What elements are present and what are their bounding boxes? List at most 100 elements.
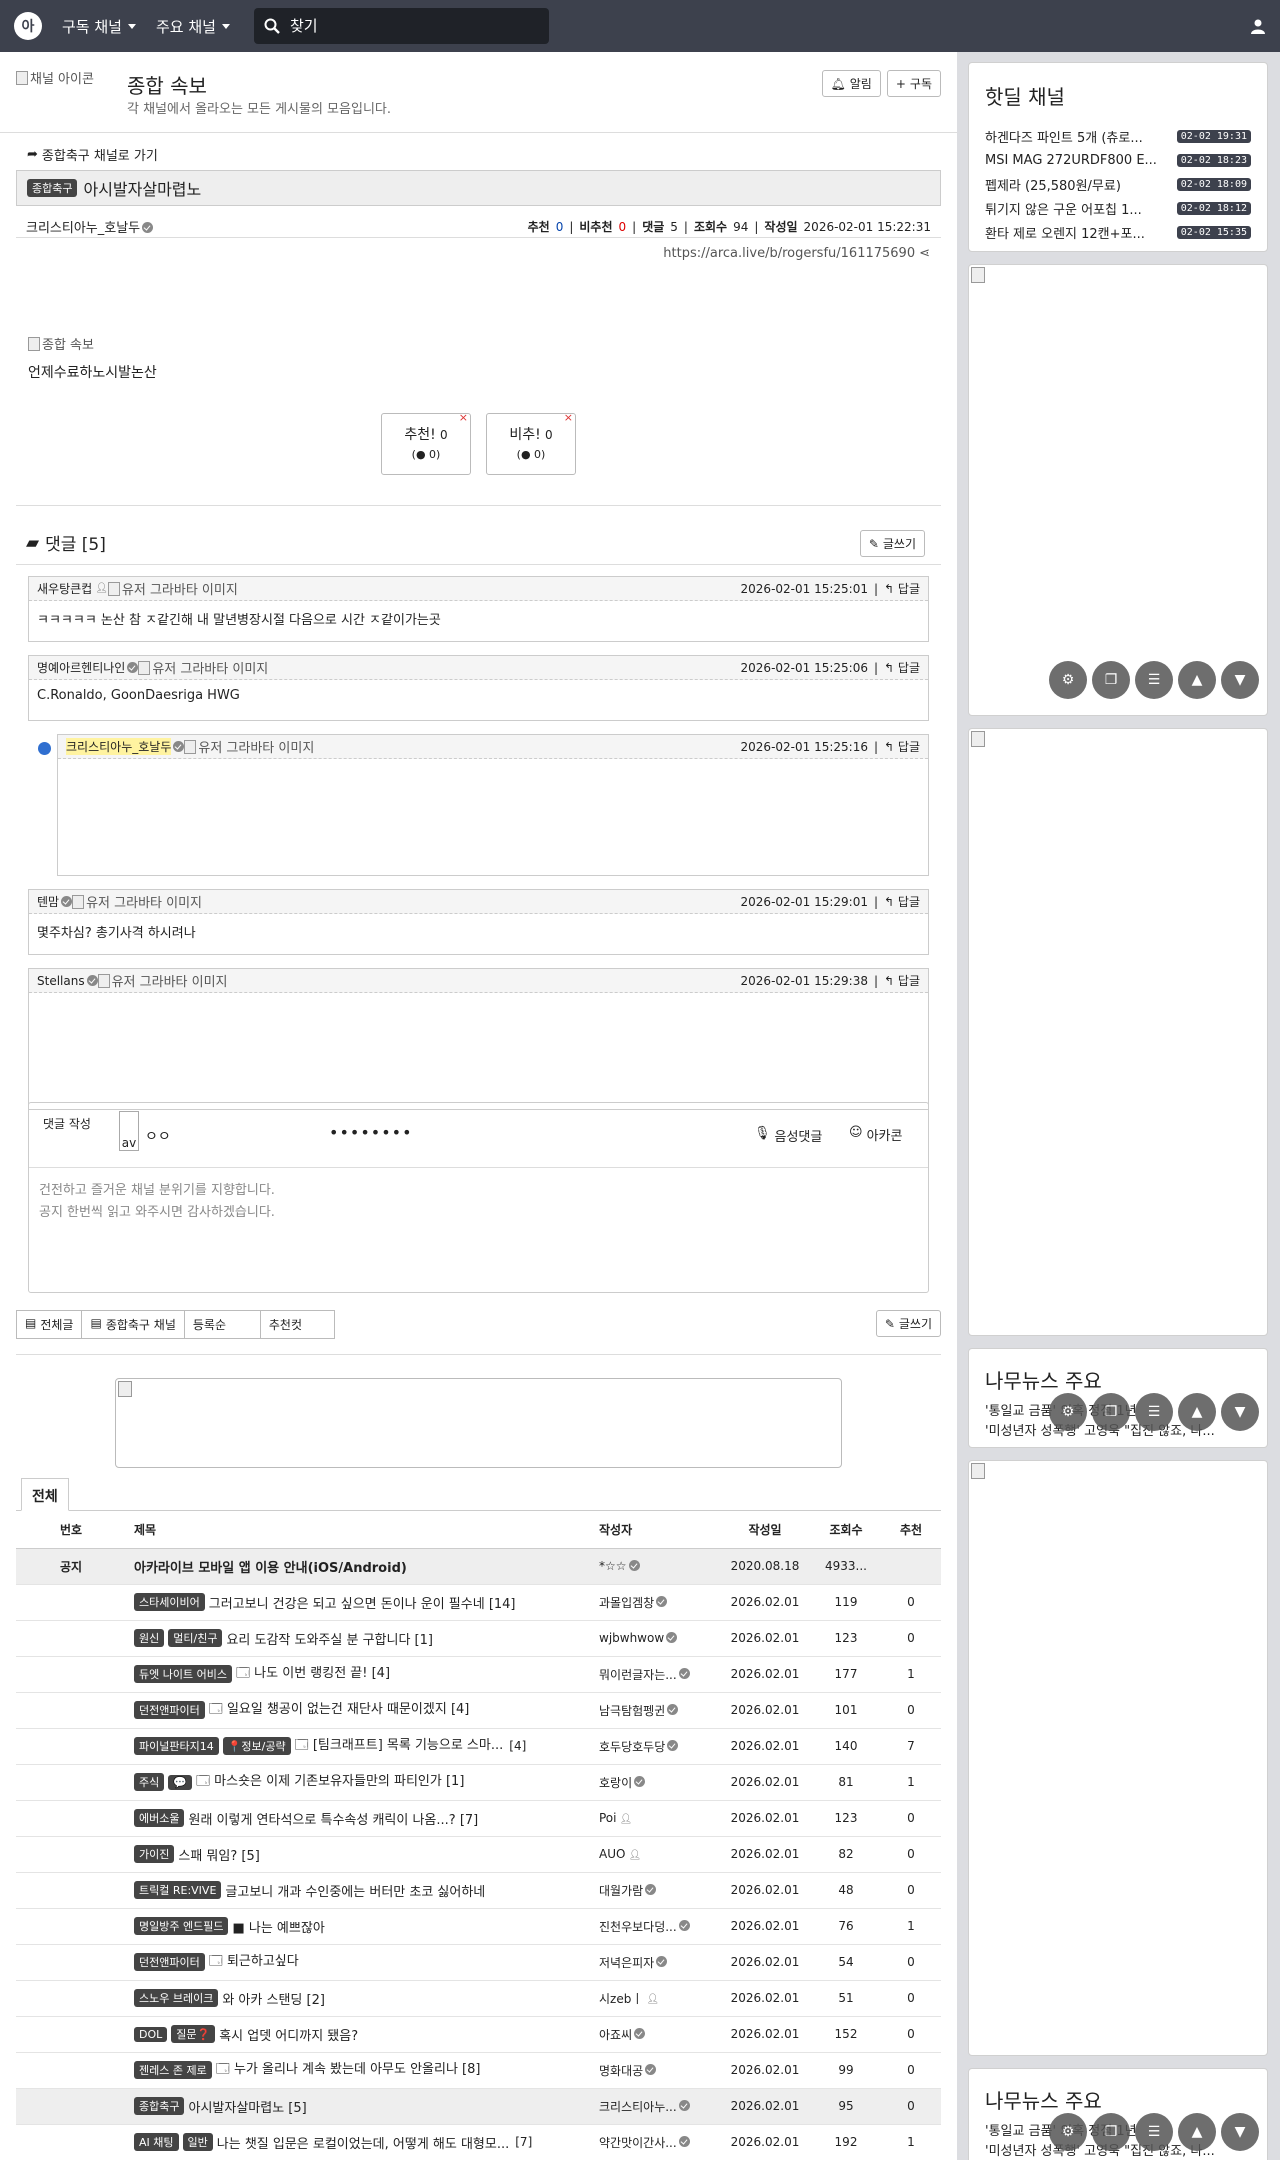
comment-author[interactable]: Stellans xyxy=(37,974,85,988)
best-cut-select[interactable]: 추천컷 xyxy=(260,1310,335,1339)
table-row[interactable]: 원신 멀티/친구 요리 도감작 도와주실 분 구합니다 [1] wjbwhwow 202… xyxy=(16,1620,941,1657)
password-field[interactable]: •••••••• xyxy=(329,1123,413,1142)
scroll-up-icon[interactable]: ▲ xyxy=(1178,2113,1216,2151)
post-author[interactable]: 시zeb丨 xyxy=(599,1990,643,2007)
table-row[interactable]: 종합축구 아시발자살마렵노 [5] 크리스티아누... 2026.02.01 95 0 xyxy=(16,2088,941,2125)
table-row[interactable]: 던전앤파이터 🗔 퇴근하고싶다 저녁은피자 2026.02.01 54 0 xyxy=(16,1944,941,1981)
comment-write-button[interactable]: ✎ 글쓰기 xyxy=(859,530,925,557)
sidebar-ad-1[interactable]: ⚙ ❐ ☰ ▲ ▼ xyxy=(968,264,1268,716)
post-author[interactable]: wjbwhwow xyxy=(599,1631,664,1645)
comment-author[interactable]: 텐맘 xyxy=(37,893,59,910)
subscribe-button[interactable]: + 구독 xyxy=(886,70,941,97)
comment-author[interactable]: 크리스티아누_호날두 xyxy=(66,738,172,755)
settings-icon[interactable]: ⚙ xyxy=(1049,1393,1087,1431)
table-row[interactable]: 주식 💬 🗔 마스숏은 이제 기존보유자들만의 파티인가 [1] 호랑이 2026.02… xyxy=(16,1764,941,1801)
notice-row[interactable]: 공지 아카라이브 모바일 앱 이용 안내(iOS/Android) *☆☆ 2020.… xyxy=(16,1548,941,1585)
list-icon[interactable]: ☰ xyxy=(1135,2113,1173,2151)
post-author[interactable]: 약간맛이간사... xyxy=(599,2134,677,2151)
reply-button[interactable]: ↰ 답글 xyxy=(884,580,920,597)
hotdeal-item[interactable]: 펩제라 (25,580원/무료) 02-02 18:09 xyxy=(985,172,1251,196)
scroll-down-icon[interactable]: ▼ xyxy=(1221,1393,1259,1431)
sidebar-ad-3[interactable] xyxy=(968,1460,1268,2056)
main-channels-dropdown[interactable]: 주요 채널 xyxy=(156,16,230,37)
post-title-cell[interactable]: 스타세이비어 그러고보니 건강은 되고 싶으면 돈이나 운이 필수네 [14] xyxy=(134,1593,599,1612)
table-row[interactable]: 스노우 브레이크 와 아카 스탠딩 [2] 시zeb丨 👤︎ 2026.02.01 51 0 xyxy=(16,1980,941,2017)
downvote-button[interactable]: × 비추! 0 (● 0) xyxy=(486,411,576,475)
table-row[interactable]: 던전앤파이터 🗔 일요일 챙공이 없는건 재단사 때문이겠지 [4] 남극탐험펭귄 2… xyxy=(16,1692,941,1729)
nickname-field[interactable]: ㅇㅇ xyxy=(145,1126,171,1146)
tab-all[interactable]: 전체 xyxy=(21,1478,69,1511)
all-posts-button[interactable]: ▤ 전체글 xyxy=(16,1310,83,1339)
back-to-channel-link[interactable]: ➦ 종합축구 채널로 가기 xyxy=(27,145,158,164)
reply-button[interactable]: ↰ 답글 xyxy=(884,893,920,910)
table-row[interactable]: 가이진 스패 뭐임? [5] AUO 👤︎ 2026.02.01 82 0 xyxy=(16,1836,941,1873)
settings-icon[interactable]: ⚙ xyxy=(1049,2113,1087,2151)
table-row[interactable]: 듀엣 나이트 어비스 🗔 나도 이번 랭킹전 끝! [4] 뭐이런글자는... 202… xyxy=(16,1656,941,1693)
ad-banner[interactable] xyxy=(115,1378,842,1468)
hotdeal-title[interactable]: 핫딜 채널 xyxy=(985,81,1251,110)
scroll-down-icon[interactable]: ▼ xyxy=(1221,2113,1259,2151)
search-input[interactable] xyxy=(289,17,530,35)
news-title[interactable]: 나무뉴스 주요 xyxy=(985,2085,1251,2114)
table-row[interactable]: 스타세이비어 그러고보니 건강은 되고 싶으면 돈이나 운이 필수네 [14] 과몰… xyxy=(16,1584,941,1621)
post-author[interactable]: 과몰입겜창 xyxy=(599,1594,654,1611)
post-title-cell[interactable]: 아카라이브 모바일 앱 이용 안내(iOS/Android) xyxy=(134,1557,599,1576)
article-url[interactable]: https://arca.live/b/rogersfu/161175690 ⋖ xyxy=(663,246,930,261)
copy-icon[interactable]: ❐ xyxy=(1092,2113,1130,2151)
post-title-cell[interactable]: 원신 멀티/친구 요리 도감작 도와주실 분 구합니다 [1] xyxy=(134,1629,599,1648)
post-title-cell[interactable]: DOL 질문❓ 혹시 업뎃 어디까지 됐음? xyxy=(134,2025,599,2044)
reply-button[interactable]: ↰ 답글 xyxy=(884,972,920,989)
post-title-cell[interactable]: 스노우 브레이크 와 아카 스탠딩 [2] xyxy=(134,1989,599,2008)
sidebar-ad-2[interactable] xyxy=(968,728,1268,1336)
table-row[interactable]: 트릭컬 RE:VIVE 글고보니 개과 수인중에는 버터만 초코 싫어하네 대월가람… xyxy=(16,1872,941,1909)
post-author[interactable]: AUO xyxy=(599,1847,625,1861)
post-author[interactable]: 뭐이런글자는... xyxy=(599,1666,677,1683)
post-author[interactable]: 호두당호두당 xyxy=(599,1738,665,1755)
scroll-down-icon[interactable]: ▼ xyxy=(1221,661,1259,699)
post-author[interactable]: 호랑이 xyxy=(599,1774,632,1791)
post-author[interactable]: 크리스티아누... xyxy=(599,2098,677,2115)
post-author[interactable]: Poi xyxy=(599,1811,616,1825)
alarm-button[interactable]: 🔔︎ 알림 xyxy=(821,70,881,97)
scroll-up-icon[interactable]: ▲ xyxy=(1178,1393,1216,1431)
share-icon[interactable]: ⋖ xyxy=(919,246,930,261)
user-icon[interactable] xyxy=(1250,18,1266,34)
comment-author[interactable]: 명예아르헨티나인 xyxy=(37,659,125,676)
post-author[interactable]: 저녁은피자 xyxy=(599,1954,654,1971)
post-author[interactable]: 진천우보다덩... xyxy=(599,1918,677,1935)
table-row[interactable]: AI 채팅 일반 나는 챗질 입문은 로컬이었는데, 어떻게 해도 대형모... [7… xyxy=(16,2124,941,2160)
post-title-cell[interactable]: 주식 💬 🗔 마스숏은 이제 기존보유자들만의 파티인가 [1] xyxy=(134,1770,599,1794)
post-author[interactable]: *☆☆ xyxy=(599,1559,627,1573)
site-logo[interactable]: 아 xyxy=(14,12,42,40)
upvote-button[interactable]: × 추천! 0 (● 0) xyxy=(381,411,471,475)
post-title-cell[interactable]: 에버소울 원래 이렇게 연타석으로 특수속성 캐릭이 나옴...? [7] xyxy=(134,1809,599,1828)
channel-posts-button[interactable]: ▤ 종합축구 채널 xyxy=(82,1310,185,1339)
post-title-cell[interactable]: 종합축구 아시발자살마렵노 [5] xyxy=(134,2097,599,2116)
reply-button[interactable]: ↰ 답글 xyxy=(884,738,920,755)
post-title-cell[interactable]: AI 채팅 일반 나는 챗질 입문은 로컬이었는데, 어떻게 해도 대형모... [7… xyxy=(134,2133,599,2152)
list-icon[interactable]: ☰ xyxy=(1135,1393,1173,1431)
hotdeal-item[interactable]: MSI MAG 272URDF800 E... 02-02 18:23 xyxy=(985,148,1251,172)
order-select[interactable]: 등록순 xyxy=(184,1310,261,1339)
list-write-button[interactable]: ✎ 글쓰기 xyxy=(875,1310,941,1337)
article-category-badge[interactable]: 종합축구 xyxy=(27,179,78,197)
post-title-cell[interactable]: 가이진 스패 뭐임? [5] xyxy=(134,1845,599,1864)
hotdeal-item[interactable]: 튀기지 않은 구운 어포칩 1... 02-02 18:12 xyxy=(985,196,1251,220)
hotdeal-item[interactable]: 하겐다즈 파인트 5개 (츄로... 02-02 19:31 xyxy=(985,124,1251,148)
copy-icon[interactable]: ❐ xyxy=(1092,661,1130,699)
post-author[interactable]: 대월가람 xyxy=(599,1882,643,1899)
post-title-cell[interactable]: 트릭컬 RE:VIVE 글고보니 개과 수인중에는 버터만 초코 싫어하네 xyxy=(134,1881,599,1900)
search-icon[interactable] xyxy=(264,18,280,34)
post-title-cell[interactable]: 듀엣 나이트 어비스 🗔 나도 이번 랭킹전 끝! [4] xyxy=(134,1662,599,1686)
post-title-cell[interactable]: 젠레스 존 제로 🗔 누가 올리나 계속 봤는데 아무도 안올리나 [8] xyxy=(134,2058,599,2082)
post-title-cell[interactable]: 던전앤파이터 🗔 퇴근하고싶다 xyxy=(134,1950,599,1974)
subscribed-channels-dropdown[interactable]: 구독 채널 xyxy=(62,16,136,37)
post-title-cell[interactable]: 던전앤파이터 🗔 일요일 챙공이 없는건 재단사 때문이겠지 [4] xyxy=(134,1698,599,1722)
reply-button[interactable]: ↰ 답글 xyxy=(884,659,920,676)
post-author[interactable]: 남극탐험펭귄 xyxy=(599,1702,665,1719)
copy-icon[interactable]: ❐ xyxy=(1092,1393,1130,1431)
voice-comment-button[interactable]: 🎙︎ 음성댓글 xyxy=(754,1126,822,1145)
post-author[interactable]: 아죠씨 xyxy=(599,2026,632,2043)
post-author[interactable]: 명화대공 xyxy=(599,2062,643,2079)
emoticon-button[interactable]: ☺ 아카콘 xyxy=(849,1125,902,1144)
